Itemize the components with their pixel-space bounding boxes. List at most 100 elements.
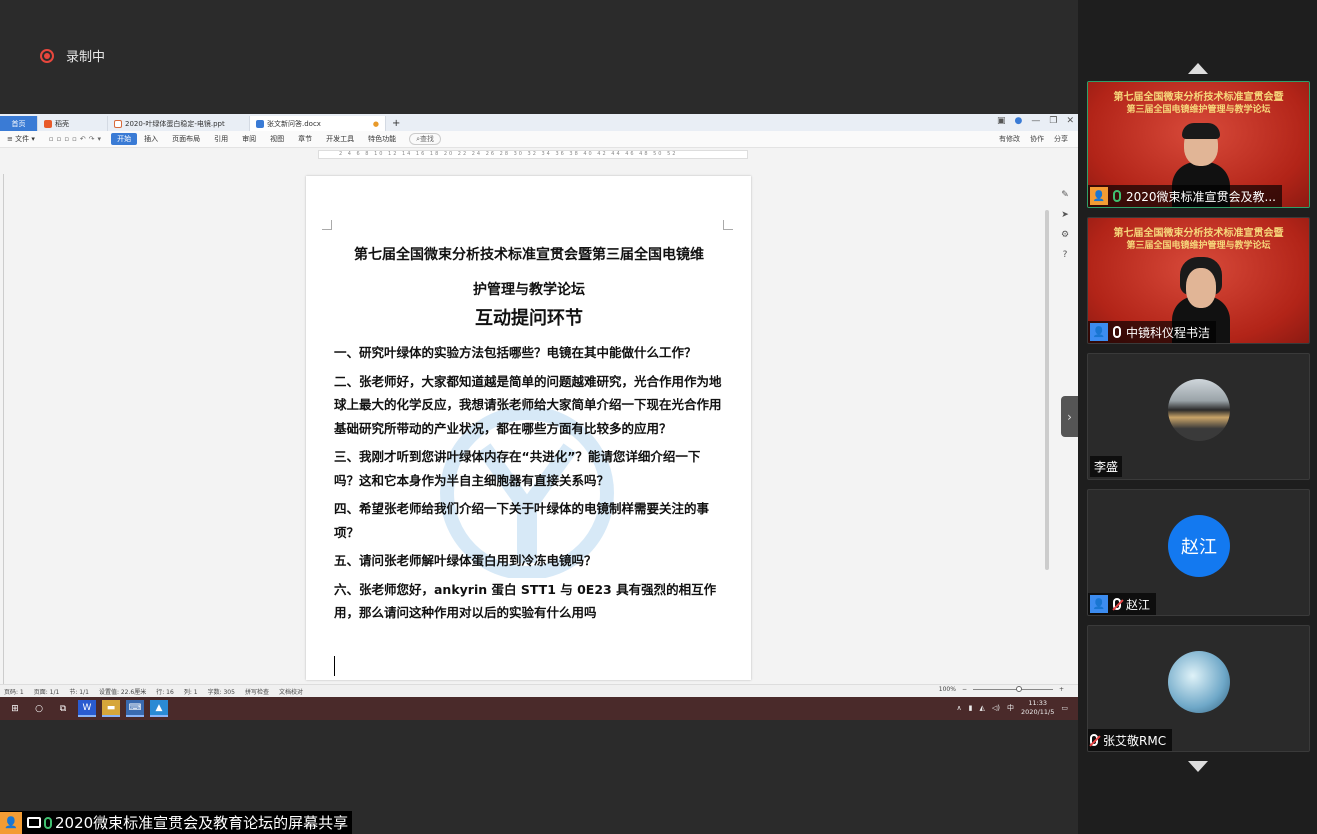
- scroll-down-icon[interactable]: [1188, 761, 1208, 772]
- minimize-icon[interactable]: —: [1031, 116, 1040, 126]
- zoom-slider-knob[interactable]: [1016, 686, 1023, 692]
- question-item: 二、张老师好，大家都知道越是简单的问题越难研究，光合作用作为地球上最大的化学反应…: [334, 373, 722, 436]
- zoom-out-icon[interactable]: −: [962, 686, 967, 693]
- chevron-right-icon: ›: [1067, 409, 1072, 424]
- question-list: 一、研究叶绿体的实验方法包括哪些？电镜在其中能做什么工作？ 二、张老师好，大家都…: [334, 341, 724, 630]
- menu-file[interactable]: ≡ 文件 ▾: [0, 134, 42, 144]
- status-col[interactable]: 列: 1: [184, 687, 198, 696]
- status-bar: 页码: 1 页面: 1/1 节: 1/1 设置值: 22.6厘米 行: 16 列…: [0, 684, 1078, 697]
- avatar: [1168, 379, 1230, 441]
- tray-volume-icon[interactable]: ◁): [992, 704, 1000, 712]
- menu-view[interactable]: 视图: [263, 134, 291, 144]
- tab-docx-file[interactable]: 张文新问答.docx ●: [250, 116, 386, 131]
- ime-indicator[interactable]: 中: [1007, 703, 1014, 713]
- participant-nametag: 👤 赵江: [1088, 593, 1157, 615]
- participant-name: 李盛: [1090, 456, 1123, 477]
- wps-writer-icon[interactable]: W: [78, 700, 96, 717]
- clock[interactable]: 11:33 2020/11/5: [1021, 699, 1054, 717]
- spellcheck-button[interactable]: 拼写检查: [245, 687, 269, 696]
- menu-developer[interactable]: 开发工具: [319, 134, 361, 144]
- search-box[interactable]: ⌕查找: [409, 133, 441, 145]
- notification-icon[interactable]: ▭: [1061, 704, 1068, 712]
- zoom-level[interactable]: 100%: [939, 686, 956, 693]
- tab-ppt-file[interactable]: 2020-叶绿体蛋白稳定-电镜.ppt: [108, 116, 250, 131]
- menu-layout[interactable]: 页面布局: [165, 134, 207, 144]
- mic-icon: [44, 816, 52, 829]
- help-icon[interactable]: ●: [1015, 116, 1023, 126]
- window-controls: ▣ ● — ❐ ✕: [997, 116, 1074, 126]
- menu-review[interactable]: 审阅: [235, 134, 263, 144]
- search-circle-icon[interactable]: ○: [30, 700, 48, 717]
- zoom-control: 100% − +: [939, 686, 1064, 693]
- menu-chapter[interactable]: 章节: [291, 134, 319, 144]
- new-tab-button[interactable]: +: [386, 116, 406, 131]
- system-tray: ∧ ▮ ◭ ◁) 中 11:33 2020/11/5 ▭: [957, 699, 1068, 717]
- windows-start-icon[interactable]: ⊞: [6, 700, 24, 717]
- pointer-icon[interactable]: ➤: [1061, 210, 1069, 220]
- document-area: 第七届全国微束分析技术标准宣贯会暨第三届全国电镜维 护管理与教学论坛 互动提问环…: [0, 150, 1078, 680]
- recording-label: 录制中: [66, 50, 106, 65]
- tray-network-icon[interactable]: ◭: [980, 704, 985, 712]
- pen-icon[interactable]: ✎: [1061, 190, 1069, 200]
- status-row[interactable]: 行: 16: [156, 687, 174, 696]
- status-section[interactable]: 节: 1/1: [69, 687, 89, 696]
- text-cursor: [334, 656, 335, 676]
- margin-corner: [723, 220, 733, 230]
- tray-chevron-icon[interactable]: ∧: [957, 704, 962, 712]
- shared-screen: 首页 稻壳 2020-叶绿体蛋白稳定-电镜.ppt 张文新问答.docx ● + …: [0, 114, 1078, 720]
- avatar: 赵江: [1168, 515, 1230, 577]
- participant-tile[interactable]: 第七届全国微束分析技术标准宣贯会暨 第三届全国电镜维护管理与教学论坛 👤 中镜科…: [1087, 217, 1310, 344]
- participant-nametag: 👤 中镜科仪程书洁: [1088, 321, 1217, 343]
- participant-tile[interactable]: 第七届全国微束分析技术标准宣贯会暨 第三届全国电镜维护管理与教学论坛 👤 202…: [1087, 81, 1310, 208]
- tray-mic-icon[interactable]: ▮: [969, 704, 973, 712]
- user-icon: 👤: [1090, 323, 1108, 341]
- participant-nametag: 张艾敬RMC: [1088, 729, 1173, 751]
- document-page[interactable]: 第七届全国微束分析技术标准宣贯会暨第三届全国电镜维 护管理与教学论坛 互动提问环…: [306, 176, 751, 680]
- participant-tile[interactable]: 赵江 👤 赵江: [1087, 489, 1310, 616]
- layout-icon[interactable]: ▣: [997, 116, 1006, 126]
- restore-icon[interactable]: ❐: [1049, 116, 1057, 126]
- file-explorer-icon[interactable]: ▬: [102, 700, 120, 717]
- status-pages[interactable]: 页面: 1/1: [34, 687, 60, 696]
- participant-tile[interactable]: 张艾敬RMC: [1087, 625, 1310, 752]
- quick-access-icons[interactable]: ▫▫▫▫↶↷▾: [42, 135, 111, 143]
- scroll-up-icon[interactable]: [1188, 63, 1208, 74]
- close-icon[interactable]: ✕: [1066, 116, 1074, 126]
- menu-insert[interactable]: 插入: [137, 134, 165, 144]
- collab-button[interactable]: 协作: [1030, 134, 1044, 144]
- menu-references[interactable]: 引用: [207, 134, 235, 144]
- avatar: [1168, 651, 1230, 713]
- zoom-slider[interactable]: [972, 686, 1053, 692]
- status-wordcount[interactable]: 字数: 305: [208, 687, 235, 696]
- proofread-button[interactable]: 文档校对: [279, 687, 303, 696]
- wps-menu-bar: ≡ 文件 ▾ ▫▫▫▫↶↷▾ 开始 插入 页面布局 引用 审阅 视图 章节 开发…: [0, 131, 1078, 148]
- participant-tile[interactable]: 李盛: [1087, 353, 1310, 480]
- tab-home[interactable]: 首页: [0, 116, 38, 131]
- track-changes-button[interactable]: 有修改: [999, 134, 1020, 144]
- participants-panel: 第七届全国微束分析技术标准宣贯会暨 第三届全国电镜维护管理与教学论坛 👤 202…: [1078, 0, 1317, 834]
- user-icon: 👤: [1090, 595, 1108, 613]
- share-button[interactable]: 分享: [1054, 134, 1068, 144]
- question-item: 五、请问张老师解叶绿体蛋白用到冷冻电镜吗？: [334, 553, 597, 568]
- recording-indicator[interactable]: 录制中: [40, 46, 105, 65]
- scroll-thumb[interactable]: [1045, 210, 1049, 570]
- vertical-scrollbar[interactable]: [1044, 190, 1050, 710]
- participant-nametag: 👤 2020微束标准宣贯会及教...: [1088, 185, 1282, 207]
- ime-app-icon[interactable]: ⌨: [126, 700, 144, 717]
- meeting-app-icon[interactable]: ▲: [150, 700, 168, 717]
- settings-sliders-icon[interactable]: ⚙: [1061, 230, 1069, 240]
- mic-icon: [1113, 326, 1121, 338]
- docx-file-icon: [256, 119, 264, 128]
- panel-collapse-handle[interactable]: ›: [1061, 396, 1078, 437]
- zoom-in-icon[interactable]: +: [1059, 686, 1064, 693]
- task-view-icon[interactable]: ⧉: [54, 700, 72, 717]
- status-page[interactable]: 页码: 1: [4, 687, 24, 696]
- menu-features[interactable]: 特色功能: [361, 134, 403, 144]
- help-circle-icon[interactable]: ?: [1063, 250, 1068, 260]
- document-subtitle: 互动提问环节: [475, 308, 583, 329]
- tab-daoke[interactable]: 稻壳: [38, 116, 108, 131]
- menu-start[interactable]: 开始: [111, 133, 138, 145]
- ppt-file-icon: [114, 119, 122, 128]
- status-setting[interactable]: 设置值: 22.6厘米: [99, 687, 146, 696]
- windows-taskbar: ⊞ ○ ⧉ W ▬ ⌨ ▲ ∧ ▮ ◭ ◁) 中 11:33 2020/11/5…: [0, 697, 1078, 720]
